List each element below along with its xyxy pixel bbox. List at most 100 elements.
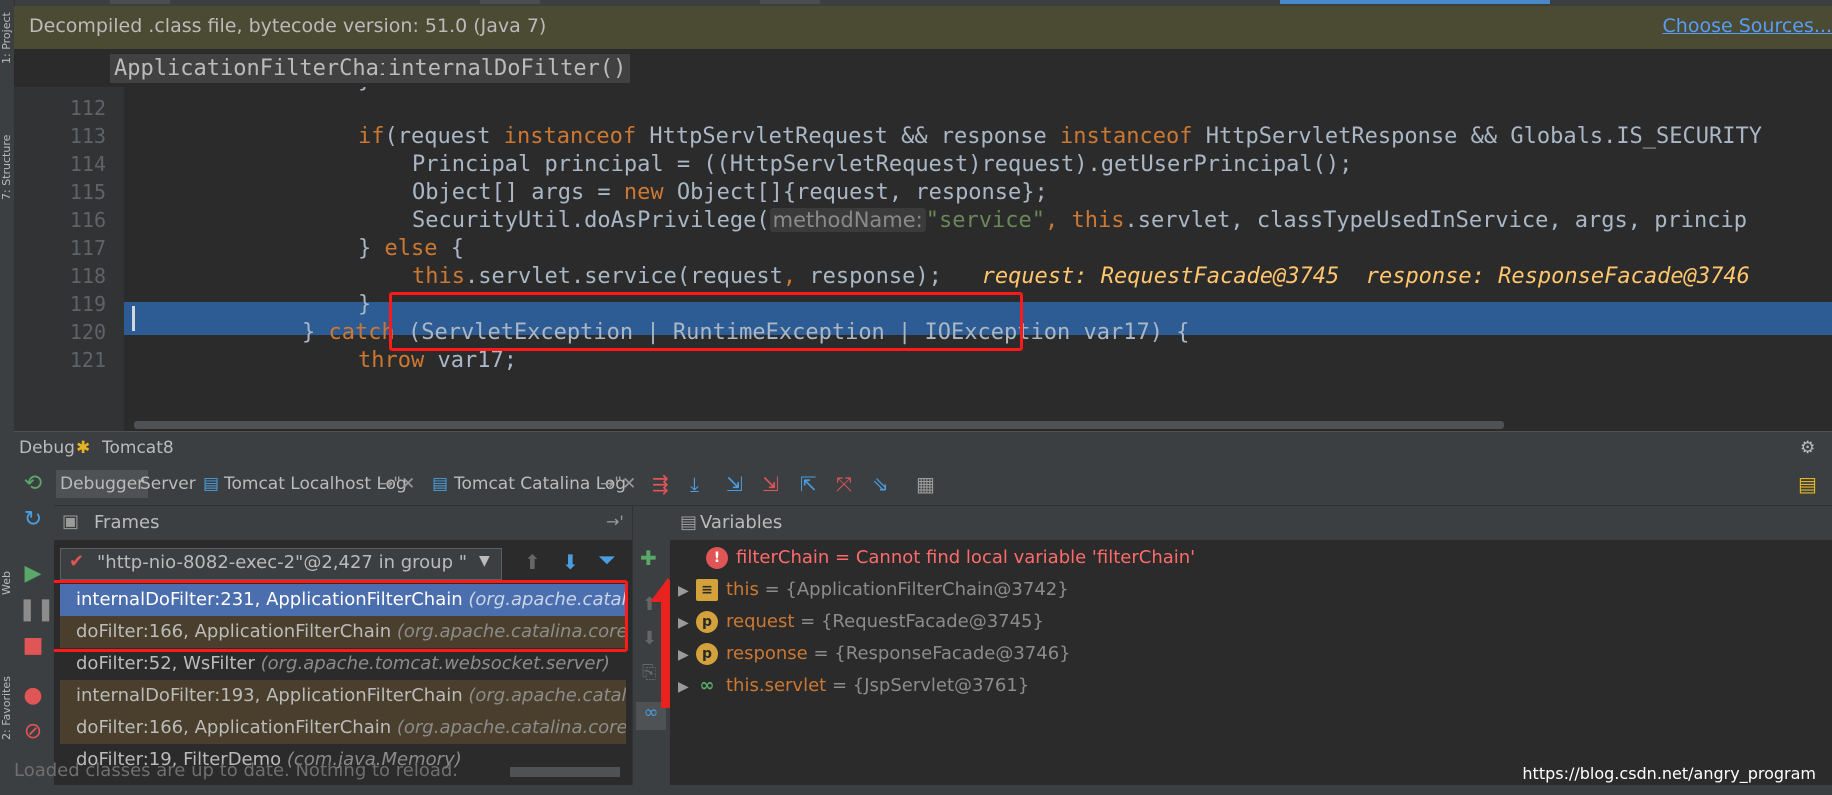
web-tool-label[interactable]: Web xyxy=(0,555,14,595)
structure-tool-label[interactable]: 7: Structure xyxy=(0,100,14,200)
watch-icon: ∞ xyxy=(699,675,715,696)
choose-sources-link[interactable]: Choose Sources... xyxy=(1663,15,1832,37)
frame-item[interactable]: doFilter:166, ApplicationFilterChain (or… xyxy=(60,712,626,744)
code-line-111[interactable]: } xyxy=(358,87,371,97)
show-execution-point-icon[interactable]: ⇶ xyxy=(652,472,669,496)
breadcrumb-class[interactable]: ApplicationFilterChain xyxy=(110,54,410,83)
string-literal: "service" xyxy=(925,208,1045,233)
caret xyxy=(132,306,135,331)
log-icon: ▤ xyxy=(432,474,449,494)
code-text: } xyxy=(302,320,329,345)
drop-frame-icon[interactable]: ⤧ xyxy=(836,472,852,496)
variable-name: response xyxy=(726,643,808,664)
breadcrumb: ApplicationFilterChain internalDoFilter(… xyxy=(14,49,1832,87)
keyword: instanceof xyxy=(1060,124,1193,149)
editor-tab[interactable] xyxy=(110,0,170,4)
close-icon[interactable]: ✕ xyxy=(618,470,640,498)
tab-debugger[interactable]: Debugger xyxy=(56,470,149,498)
line-number-gutter[interactable]: 111 112 113 114 115 116 117 118 119 120 … xyxy=(14,87,124,431)
force-step-into-icon[interactable]: ⇲ xyxy=(762,472,779,496)
gear-icon[interactable]: ⚙ xyxy=(1800,438,1815,458)
favorites-tool-label[interactable]: 2: Favorites xyxy=(0,650,14,740)
restore-layout-icon[interactable]: ▤ xyxy=(1798,472,1817,496)
code-text: response); xyxy=(796,264,942,289)
code-text: HttpServletResponse && Globals.IS_SECURI… xyxy=(1192,124,1763,149)
code-text: HttpServletRequest && response xyxy=(636,124,1061,149)
expand-arrow-icon[interactable]: ▶ xyxy=(678,672,696,702)
down-arrow-icon[interactable]: ⬇ xyxy=(562,550,579,574)
close-icon[interactable]: ✕ xyxy=(397,470,419,498)
frames-title: Frames xyxy=(94,512,160,533)
new-watch-icon[interactable]: ✚ xyxy=(640,546,657,570)
code-text: SecurityUtil.doAsPrivilege( xyxy=(412,208,770,233)
keyword: new xyxy=(623,180,664,205)
run-config-name: Tomcat8 xyxy=(102,438,174,458)
filter-icon[interactable]: ⏷ xyxy=(598,548,616,573)
step-out-icon[interactable]: ⇱ xyxy=(800,472,817,496)
keyword: else xyxy=(384,236,438,261)
frames-panel: ✔ "http-nio-8082-exec-2"@2,427 in group … xyxy=(54,540,632,795)
pause-icon[interactable]: ❚❚ xyxy=(18,597,55,623)
mute-breakpoints-icon[interactable]: ⊘ xyxy=(18,719,48,745)
annotation-red-box xyxy=(389,292,1023,351)
expand-arrow-icon[interactable]: ▶ xyxy=(678,576,696,606)
expand-arrow-icon[interactable]: ▶ xyxy=(678,608,696,638)
annotation-red-box xyxy=(54,580,628,652)
banner-text: Decompiled .class file, bytecode version… xyxy=(29,15,547,37)
rerun-icon[interactable]: ⟲ xyxy=(18,471,48,497)
variable-name: filterChain xyxy=(736,547,830,568)
editor-horizontal-scrollbar[interactable] xyxy=(134,421,1504,429)
frame-package: (org.apache.catalina.core) xyxy=(468,685,626,706)
parameter-hint: methodName: xyxy=(769,208,926,232)
frame-package: (org.apache.catalina.core) xyxy=(396,717,626,738)
frames-horizontal-scrollbar[interactable] xyxy=(510,767,620,777)
variable-row[interactable]: ! filterChain = Cannot find local variabl… xyxy=(706,543,1195,573)
resume-icon[interactable]: ▶ xyxy=(18,561,48,587)
frames-icon: ▣ xyxy=(62,511,80,532)
stop-icon[interactable]: ■ xyxy=(18,633,48,659)
variable-value: Cannot find local variable 'filterChain' xyxy=(855,547,1196,568)
variable-row[interactable]: ▶ p request = {RequestFacade@3745} xyxy=(678,607,1044,637)
variable-value: {ResponseFacade@3746} xyxy=(834,643,1071,664)
keyword: instanceof xyxy=(503,124,637,149)
left-tool-strip: 1: Project 7: Structure Web 2: Favorites xyxy=(0,0,15,795)
step-over-icon[interactable]: ⤓ xyxy=(690,472,699,496)
thread-selector-value: "http-nio-8082-exec-2"@2,427 in group ".… xyxy=(97,552,467,573)
evaluate-expression-icon[interactable]: ▦ xyxy=(916,472,935,496)
variable-value: {RequestFacade@3745} xyxy=(820,611,1044,632)
frame-item[interactable]: doFilter:52, WsFilter (org.apache.tomcat… xyxy=(60,648,626,680)
code-line-118[interactable]: this.servlet.service(request, response);… xyxy=(412,260,1750,293)
code-editor[interactable]: 111 112 113 114 115 116 117 118 119 120 … xyxy=(14,87,1832,431)
variable-name: this.servlet xyxy=(726,675,827,696)
variable-value: {JspServlet@3761} xyxy=(852,675,1030,696)
thread-suspended-icon: ✔ xyxy=(69,551,85,572)
expand-arrow-icon[interactable]: ▶ xyxy=(678,640,696,670)
tab-server[interactable]: Server xyxy=(136,470,200,498)
project-tool-label[interactable]: 1: Project xyxy=(0,4,14,64)
variable-row[interactable]: ▶ ≡ this = {ApplicationFilterChain@3742} xyxy=(678,575,1069,605)
up-arrow-icon[interactable]: ⬆ xyxy=(524,550,541,574)
code-punct: , xyxy=(782,264,797,289)
variable-row[interactable]: ▶ p response = {ResponseFacade@3746} xyxy=(678,639,1071,669)
breadcrumb-method[interactable]: internalDoFilter() xyxy=(384,54,631,83)
watermark: https://blog.csdn.net/angry_program xyxy=(1522,764,1816,783)
code-line-116[interactable]: SecurityUtil.doAsPrivilege(methodName: "s… xyxy=(412,204,1747,237)
editor-tab-active[interactable] xyxy=(1280,0,1550,4)
step-into-icon[interactable]: ⇲ xyxy=(726,472,743,496)
bottom-tool-window-bar[interactable] xyxy=(0,785,1832,795)
run-to-cursor-icon[interactable]: ⇘ xyxy=(872,472,889,496)
refresh-icon[interactable]: ↻ xyxy=(18,507,48,533)
variable-equals: = xyxy=(807,643,835,664)
bug-icon: ✱ xyxy=(76,438,91,458)
error-icon: ! xyxy=(706,547,728,569)
pin-icon[interactable]: →' xyxy=(606,512,624,531)
variable-row[interactable]: ▶ ∞ this.servlet = {JspServlet@3761} xyxy=(678,671,1029,701)
view-breakpoints-icon[interactable]: ● xyxy=(18,683,48,709)
thread-selector[interactable]: ✔ "http-nio-8082-exec-2"@2,427 in group … xyxy=(60,548,502,580)
editor-tab[interactable] xyxy=(760,0,820,4)
frame-method: doFilter:52, WsFilter xyxy=(76,653,255,674)
frame-method: doFilter:166, ApplicationFilterChain xyxy=(76,717,392,738)
editor-tab[interactable] xyxy=(480,0,540,4)
variable-equals: = xyxy=(826,675,853,696)
frame-item[interactable]: internalDoFilter:193, ApplicationFilterC… xyxy=(60,680,626,712)
